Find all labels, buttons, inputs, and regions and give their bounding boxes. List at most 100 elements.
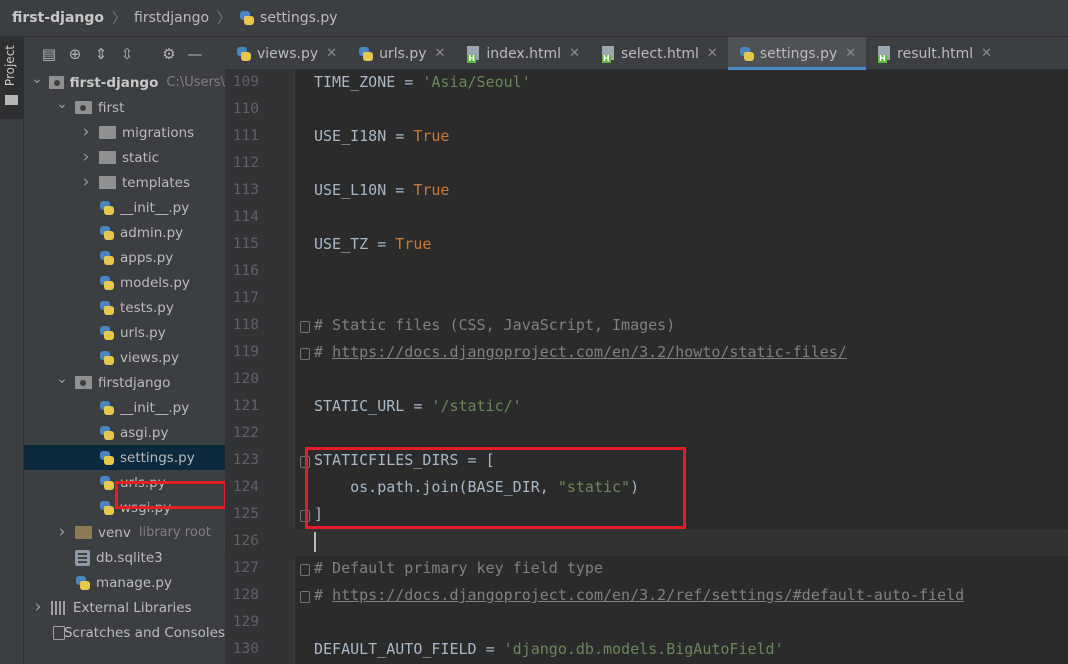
fold-marker-icon[interactable] (300, 321, 310, 333)
tree-item[interactable]: models.py (24, 270, 225, 295)
tree-item-label: settings.py (120, 449, 195, 466)
tab-label: urls.py (379, 45, 427, 62)
tree-item[interactable]: db.sqlite3 (24, 545, 225, 570)
tree-item[interactable]: › venv library root (24, 520, 225, 545)
code-line: 116 (225, 259, 1068, 286)
tree-item-hint: library root (138, 525, 211, 540)
python-file-icon (75, 575, 91, 591)
tree-item-label: manage.py (96, 574, 172, 591)
code-text: STATIC_URL = '/static/' (314, 397, 522, 415)
line-number: 118 (232, 317, 259, 333)
python-file-icon (239, 10, 255, 26)
python-file-icon (99, 400, 115, 416)
tree-item-label: firstdjango (98, 374, 171, 391)
fold-marker-icon[interactable] (300, 591, 310, 603)
close-icon[interactable]: ✕ (707, 46, 718, 61)
chevron-right-icon[interactable]: › (79, 122, 93, 142)
code-line: 115 USE_TZ = True (225, 232, 1068, 259)
code-line: 120 (225, 367, 1068, 394)
scratches-icon (51, 625, 65, 640)
python-file-icon (358, 46, 374, 62)
annotation-highlight-box (305, 447, 686, 529)
code-token: https://docs.djangoproject.com/en/3.2/ho… (332, 343, 847, 361)
line-number: 115 (232, 236, 259, 252)
tree-item[interactable]: admin.py (24, 220, 225, 245)
chevron-right-icon[interactable]: › (31, 597, 45, 617)
breadcrumb-folder[interactable]: firstdjango (134, 10, 209, 26)
line-number: 120 (232, 371, 259, 387)
editor-tab[interactable]: select.html ✕ (590, 37, 728, 70)
code-line: 121 STATIC_URL = '/static/' (225, 394, 1068, 421)
tree-item-label: views.py (120, 349, 179, 366)
locate-icon[interactable]: ⊕ (62, 43, 88, 65)
collapse-all-icon[interactable]: ⇳ (114, 43, 140, 65)
editor-tab[interactable]: settings.py ✕ (727, 37, 867, 70)
tree-item[interactable]: › External Libraries (24, 595, 225, 620)
code-line: 112 (225, 151, 1068, 178)
close-icon[interactable]: ✕ (981, 46, 992, 61)
tree-item[interactable]: ⌄ first (24, 95, 225, 120)
line-number: 129 (232, 614, 259, 630)
breadcrumb: first-django 〉 firstdjango 〉 settings.py (0, 0, 1068, 37)
hide-icon[interactable]: — (182, 43, 208, 65)
fold-marker-icon[interactable] (300, 564, 310, 576)
python-file-icon (99, 425, 115, 441)
tree-item[interactable]: apps.py (24, 245, 225, 270)
code-line: 129 (225, 610, 1068, 637)
breadcrumb-project[interactable]: first-django (12, 10, 104, 26)
tree-item[interactable]: asgi.py (24, 420, 225, 445)
editor-tab[interactable]: views.py ✕ (225, 37, 347, 70)
chevron-right-icon[interactable]: › (79, 172, 93, 192)
tree-item[interactable]: ⌄ first-django C:\Users\ (24, 70, 225, 95)
tree-item[interactable]: › static (24, 145, 225, 170)
code-editor[interactable]: 109 TIME_ZONE = 'Asia/Seoul' 110 111 USE_I18… (225, 70, 1068, 664)
tree-item[interactable]: manage.py (24, 570, 225, 595)
code-line: 109 TIME_ZONE = 'Asia/Seoul' (225, 70, 1068, 97)
folder-icon (99, 176, 116, 189)
chevron-right-icon[interactable]: › (79, 147, 93, 167)
project-toolbar: ▤ ⊕ ⇕ ⇳ ⚙ — (24, 37, 225, 70)
editor-tab[interactable]: result.html ✕ (866, 37, 1002, 70)
chevron-down-icon[interactable]: ⌄ (31, 71, 43, 87)
code-token: 'Asia/Seoul' (422, 73, 531, 91)
close-icon[interactable]: ✕ (435, 46, 446, 61)
tree-item[interactable]: Scratches and Consoles (24, 620, 225, 645)
line-number: 124 (232, 479, 259, 495)
line-number: 109 (232, 74, 259, 90)
chevron-down-icon[interactable]: ⌄ (55, 371, 69, 387)
tree-item-label: migrations (122, 124, 195, 141)
tree-item[interactable]: settings.py (24, 445, 225, 470)
tree-item[interactable]: __init__.py (24, 395, 225, 420)
tree-item[interactable]: views.py (24, 345, 225, 370)
close-icon[interactable]: ✕ (326, 46, 337, 61)
code-token: USE_TZ = (314, 235, 396, 253)
chevron-down-icon[interactable]: ⌄ (55, 96, 69, 112)
html-file-icon (877, 45, 892, 63)
chevron-right-icon[interactable]: › (55, 522, 69, 542)
line-number: 128 (232, 587, 259, 603)
editor-tab[interactable]: index.html ✕ (455, 37, 590, 70)
project-tool-button[interactable]: Project (0, 37, 24, 119)
fold-marker-icon[interactable] (300, 348, 310, 360)
tree-item-label: External Libraries (73, 599, 192, 616)
folder-icon (75, 526, 92, 539)
tree-item[interactable]: tests.py (24, 295, 225, 320)
project-view-icon[interactable]: ▤ (36, 43, 62, 65)
tree-item[interactable]: › templates (24, 170, 225, 195)
gear-icon[interactable]: ⚙ (156, 43, 182, 65)
code-line: 130 DEFAULT_AUTO_FIELD = 'django.db.model… (225, 637, 1068, 664)
close-icon[interactable]: ✕ (569, 46, 580, 61)
library-icon (51, 600, 67, 615)
editor-tab[interactable]: urls.py ✕ (347, 37, 455, 70)
tree-item[interactable]: ⌄ firstdjango (24, 370, 225, 395)
python-file-icon (739, 46, 755, 62)
code-token: STATIC_URL = (314, 397, 432, 415)
breadcrumb-file[interactable]: settings.py (239, 10, 338, 26)
close-icon[interactable]: ✕ (845, 46, 856, 61)
tree-item[interactable]: urls.py (24, 320, 225, 345)
code-token: TIME_ZONE = (314, 73, 423, 91)
tree-item[interactable]: › migrations (24, 120, 225, 145)
code-line: 118 # Static files (CSS, JavaScript, Imag… (225, 313, 1068, 340)
tree-item[interactable]: __init__.py (24, 195, 225, 220)
expand-all-icon[interactable]: ⇕ (88, 43, 114, 65)
